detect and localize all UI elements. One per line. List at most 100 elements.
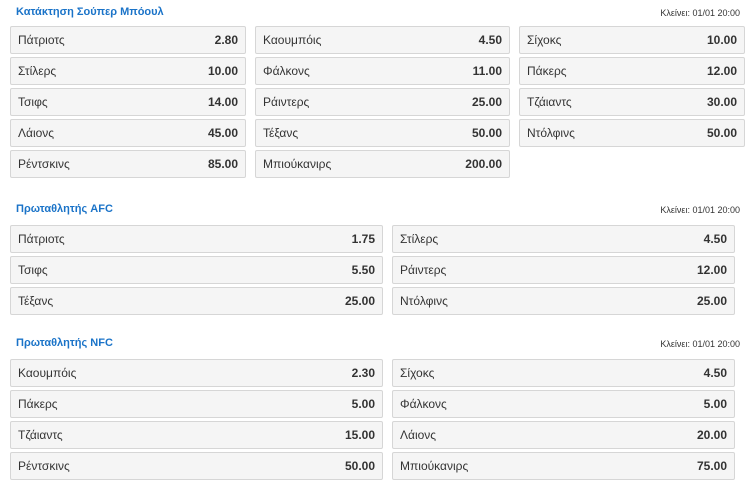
selection-odd: 50.00	[706, 126, 737, 140]
selection-button[interactable]: Τσιφς 14.00	[10, 88, 246, 116]
selection-name: Τζάιαντς	[527, 95, 572, 109]
selection-odd: 1.75	[351, 232, 375, 246]
selection-button[interactable]: Λάιονς 20.00	[392, 421, 735, 449]
selection-odd: 30.00	[706, 95, 737, 109]
selection-name: Μπιούκανιρς	[263, 157, 332, 171]
empty-slot	[519, 150, 745, 178]
selection-button[interactable]: Καουμπόις 2.30	[10, 359, 383, 387]
selection-button[interactable]: Στίλερς 10.00	[10, 57, 246, 85]
selection-odd: 4.50	[703, 366, 727, 380]
selection-name: Πάτριοτς	[18, 33, 65, 47]
market-close-time: Κλείνει: 01/01 20:00	[660, 205, 740, 215]
selection-name: Καουμπόις	[18, 366, 77, 380]
selection-name: Πάτριοτς	[18, 232, 65, 246]
selection-button[interactable]: Ρέντσκινς 50.00	[10, 452, 383, 480]
selection-odd: 75.00	[696, 459, 727, 473]
selection-button[interactable]: Λάιονς 45.00	[10, 119, 246, 147]
selection-odd: 5.50	[351, 263, 375, 277]
selection-odd: 25.00	[344, 294, 375, 308]
selections-grid: Πάτριοτς 1.75 Στίλερς 4.50 Τσιφς 5.50 Ράιντ…	[10, 225, 740, 315]
selection-odd: 50.00	[344, 459, 375, 473]
selection-button[interactable]: Ντόλφινς 50.00	[519, 119, 745, 147]
selection-odd: 20.00	[696, 428, 727, 442]
selection-odd: 25.00	[471, 95, 502, 109]
market-super-bowl: Κατάκτηση Σούπερ Μπόουλ Κλείνει: 01/01 2…	[10, 3, 745, 178]
selection-odd: 12.00	[696, 263, 727, 277]
selection-odd: 10.00	[207, 64, 238, 78]
selection-odd: 45.00	[207, 126, 238, 140]
selection-odd: 14.00	[207, 95, 238, 109]
selection-button[interactable]: Σίχοκς 4.50	[392, 359, 735, 387]
selection-name: Σίχοκς	[527, 33, 562, 47]
selection-button[interactable]: Ράιντερς 12.00	[392, 256, 735, 284]
selection-odd: 11.00	[472, 64, 502, 78]
selection-button[interactable]: Ντόλφινς 25.00	[392, 287, 735, 315]
selection-odd: 25.00	[696, 294, 727, 308]
selection-button[interactable]: Πάτριοτς 1.75	[10, 225, 383, 253]
selection-button[interactable]: Πάτριοτς 2.80	[10, 26, 246, 54]
selection-button[interactable]: Σίχοκς 10.00	[519, 26, 745, 54]
selection-odd: 4.50	[703, 232, 727, 246]
selection-button[interactable]: Τέξανς 50.00	[255, 119, 510, 147]
market-close-time: Κλείνει: 01/01 20:00	[660, 8, 740, 18]
market-nfc-champion: Πρωταθλητής NFC Κλείνει: 01/01 20:00 Καο…	[10, 334, 740, 480]
selection-odd: 85.00	[207, 157, 238, 171]
selection-odd: 5.00	[351, 397, 375, 411]
selection-button[interactable]: Τζάιαντς 30.00	[519, 88, 745, 116]
selection-name: Μπιούκανιρς	[400, 459, 469, 473]
selection-button[interactable]: Πάκερς 12.00	[519, 57, 745, 85]
selection-name: Ντόλφινς	[400, 294, 448, 308]
selection-name: Ντόλφινς	[527, 126, 575, 140]
selection-name: Πάκερς	[527, 64, 567, 78]
selection-name: Φάλκονς	[400, 397, 447, 411]
market-afc-champion: Πρωταθλητής AFC Κλείνει: 01/01 20:00 Πάτ…	[10, 200, 740, 315]
selection-odd: 12.00	[706, 64, 737, 78]
market-header: Πρωταθλητής NFC Κλείνει: 01/01 20:00	[10, 334, 740, 354]
selection-button[interactable]: Τζάιαντς 15.00	[10, 421, 383, 449]
selection-name: Τζάιαντς	[18, 428, 63, 442]
selection-name: Τέξανς	[18, 294, 54, 308]
selection-name: Καουμπόις	[263, 33, 322, 47]
selection-odd: 5.00	[703, 397, 727, 411]
selection-button[interactable]: Τέξανς 25.00	[10, 287, 383, 315]
selection-name: Ράιντερς	[400, 263, 447, 277]
selection-odd: 15.00	[344, 428, 375, 442]
market-header: Πρωταθλητής AFC Κλείνει: 01/01 20:00	[10, 200, 740, 220]
selections-grid: Καουμπόις 2.30 Σίχοκς 4.50 Πάκερς 5.00 Φάλκ…	[10, 359, 740, 480]
selection-name: Τσιφς	[18, 263, 48, 277]
selection-odd: 2.80	[214, 33, 238, 47]
market-title: Πρωταθλητής AFC	[16, 203, 113, 215]
market-close-time: Κλείνει: 01/01 20:00	[660, 339, 740, 349]
selection-name: Πάκερς	[18, 397, 58, 411]
selection-button[interactable]: Ρέντσκινς 85.00	[10, 150, 246, 178]
selection-name: Φάλκονς	[263, 64, 310, 78]
selection-name: Τέξανς	[263, 126, 299, 140]
selection-button[interactable]: Καουμπόις 4.50	[255, 26, 510, 54]
selection-button[interactable]: Μπιούκανιρς 75.00	[392, 452, 735, 480]
market-title: Πρωταθλητής NFC	[16, 337, 113, 349]
selection-name: Ρέντσκινς	[18, 459, 70, 473]
selection-odd: 10.00	[706, 33, 737, 47]
selection-button[interactable]: Φάλκονς 5.00	[392, 390, 735, 418]
selection-name: Στίλερς	[400, 232, 439, 246]
selection-name: Τσιφς	[18, 95, 48, 109]
selection-button[interactable]: Τσιφς 5.50	[10, 256, 383, 284]
selections-grid: Πάτριοτς 2.80 Καουμπόις 4.50 Σίχοκς 10.00 Σ…	[10, 26, 745, 178]
selection-name: Ρέντσκινς	[18, 157, 70, 171]
market-title: Κατάκτηση Σούπερ Μπόουλ	[16, 6, 164, 18]
selection-odd: 200.00	[465, 157, 502, 171]
selection-name: Σίχοκς	[400, 366, 435, 380]
selection-button[interactable]: Πάκερς 5.00	[10, 390, 383, 418]
selection-button[interactable]: Ράιντερς 25.00	[255, 88, 510, 116]
selection-button[interactable]: Στίλερς 4.50	[392, 225, 735, 253]
selection-odd: 4.50	[478, 33, 502, 47]
selection-name: Στίλερς	[18, 64, 57, 78]
selection-odd: 2.30	[351, 366, 375, 380]
selection-name: Λάιονς	[400, 428, 437, 442]
market-header: Κατάκτηση Σούπερ Μπόουλ Κλείνει: 01/01 2…	[10, 3, 740, 23]
selection-button[interactable]: Φάλκονς 11.00	[255, 57, 510, 85]
selection-name: Λάιονς	[18, 126, 55, 140]
selection-odd: 50.00	[471, 126, 502, 140]
selection-name: Ράιντερς	[263, 95, 310, 109]
selection-button[interactable]: Μπιούκανιρς 200.00	[255, 150, 510, 178]
